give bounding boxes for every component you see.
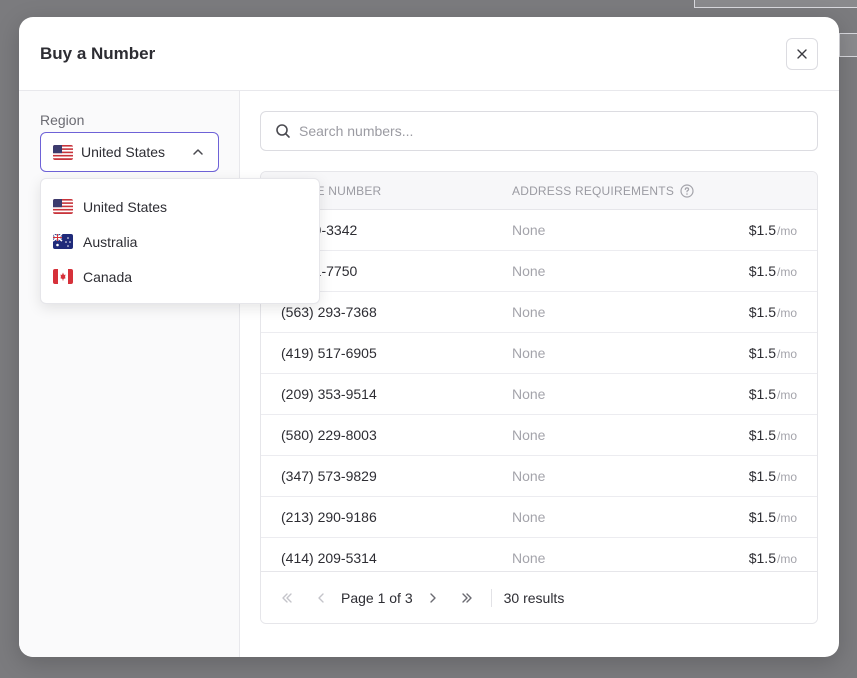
price: $1.5/mo (749, 304, 797, 320)
price-amount: $1.5 (748, 222, 776, 238)
price-period: /mo (776, 224, 797, 238)
table-row[interactable]: (414) 209-5314 None $1.5/mo (261, 538, 817, 572)
phone-number: (209) 353-9514 (281, 386, 377, 402)
region-option-canada[interactable]: Canada (41, 259, 319, 294)
next-page-button[interactable] (421, 586, 445, 610)
address-requirement: None (512, 468, 546, 484)
price-period: /mo (776, 552, 797, 566)
price-period: /mo (776, 470, 797, 484)
price-period: /mo (776, 388, 797, 402)
address-requirement: None (512, 345, 546, 361)
address-requirement: None (512, 427, 546, 443)
last-page-button[interactable] (455, 586, 479, 610)
column-header-label: ADDRESS REQUIREMENTS (512, 184, 675, 198)
help-icon[interactable] (680, 184, 694, 198)
sidebar: Region United States (19, 91, 240, 657)
price-amount: $1.5 (748, 427, 776, 443)
region-option-australia[interactable]: Australia (41, 224, 319, 259)
price-amount: $1.5 (748, 345, 776, 361)
first-page-button[interactable] (275, 586, 299, 610)
phone-number: (563) 293-7368 (281, 304, 377, 320)
previous-page-button[interactable] (309, 586, 333, 610)
au-flag-icon (53, 234, 73, 249)
address-requirement: None (512, 263, 546, 279)
us-flag-icon (53, 199, 73, 214)
table-row[interactable]: (419) 517-6905 None $1.5/mo (261, 333, 817, 374)
modal-header: Buy a Number (19, 17, 839, 91)
us-flag-icon (53, 144, 73, 160)
phone-number: (419) 517-6905 (281, 345, 377, 361)
price: $1.5/mo (749, 222, 797, 238)
price: $1.5/mo (749, 468, 797, 484)
table-row[interactable]: (563) 293-7368 None $1.5/mo (261, 292, 817, 333)
column-header-address-requirements[interactable]: ADDRESS REQUIREMENTS (512, 184, 694, 198)
price: $1.5/mo (749, 427, 797, 443)
results-count: 30 results (503, 589, 565, 606)
chevron-left-icon (318, 592, 324, 603)
region-option-label: Australia (83, 233, 138, 250)
pagination: Page 1 of 3 30 results (261, 571, 817, 623)
price-amount: $1.5 (748, 386, 776, 402)
selected-region: United States (81, 144, 166, 160)
price-period: /mo (776, 347, 797, 361)
price-amount: $1.5 (748, 550, 776, 566)
price: $1.5/mo (749, 345, 797, 361)
close-button[interactable] (786, 38, 818, 70)
phone-number: (213) 290-9186 (281, 509, 377, 525)
buy-number-modal: Buy a Number Region United States United… (19, 17, 839, 657)
close-icon (797, 49, 807, 59)
background-panel (839, 33, 857, 57)
numbers-table: PHONE NUMBER ADDRESS REQUIREMENTS ( ) 30… (260, 171, 818, 624)
ca-flag-icon (53, 269, 73, 284)
price-period: /mo (776, 511, 797, 525)
table-header: PHONE NUMBER ADDRESS REQUIREMENTS (261, 172, 817, 210)
chevron-right-icon (429, 592, 436, 603)
search-icon (276, 124, 290, 138)
page-indicator: Page 1 of 3 (341, 589, 413, 606)
table-row[interactable]: (213) 290-9186 None $1.5/mo (261, 497, 817, 538)
chevron-up-icon (193, 149, 203, 155)
table-row[interactable]: ( ) 491-7750 None $1.5/mo (261, 251, 817, 292)
address-requirement: None (512, 222, 546, 238)
phone-number: (414) 209-5314 (281, 550, 377, 566)
table-row[interactable]: (347) 573-9829 None $1.5/mo (261, 456, 817, 497)
search-box[interactable] (260, 111, 818, 151)
price-amount: $1.5 (748, 509, 776, 525)
address-requirement: None (512, 509, 546, 525)
chevrons-right-icon (461, 592, 472, 603)
address-requirement: None (512, 386, 546, 402)
price: $1.5/mo (749, 509, 797, 525)
region-option-label: United States (83, 198, 168, 215)
address-requirement: None (512, 304, 546, 320)
price-period: /mo (776, 429, 797, 443)
phone-number: (580) 229-8003 (281, 427, 377, 443)
price: $1.5/mo (749, 386, 797, 402)
table-body: ( ) 309-3342 None $1.5/mo ( ) 491-7750 N… (261, 210, 817, 572)
price-period: /mo (776, 306, 797, 320)
pagination-divider (490, 588, 492, 607)
price: $1.5/mo (749, 263, 797, 279)
region-dropdown: United States Australia Canada (40, 178, 320, 304)
region-label: Region (40, 112, 85, 128)
search-input[interactable] (299, 123, 799, 139)
background-panel (694, 0, 857, 8)
price-amount: $1.5 (748, 468, 776, 484)
main-content: PHONE NUMBER ADDRESS REQUIREMENTS ( ) 30… (240, 91, 839, 657)
region-option-united-states[interactable]: United States (41, 189, 319, 224)
address-requirement: None (512, 550, 546, 566)
region-option-label: Canada (83, 268, 133, 285)
region-select[interactable]: United States (40, 132, 219, 172)
modal-title: Buy a Number (40, 44, 156, 63)
price-amount: $1.5 (748, 263, 776, 279)
price-period: /mo (776, 265, 797, 279)
table-row[interactable]: ( ) 309-3342 None $1.5/mo (261, 210, 817, 251)
chevrons-left-icon (282, 592, 292, 603)
phone-number: (347) 573-9829 (281, 468, 377, 484)
table-row[interactable]: (209) 353-9514 None $1.5/mo (261, 374, 817, 415)
table-row[interactable]: (580) 229-8003 None $1.5/mo (261, 415, 817, 456)
price: $1.5/mo (749, 550, 797, 566)
price-amount: $1.5 (748, 304, 776, 320)
